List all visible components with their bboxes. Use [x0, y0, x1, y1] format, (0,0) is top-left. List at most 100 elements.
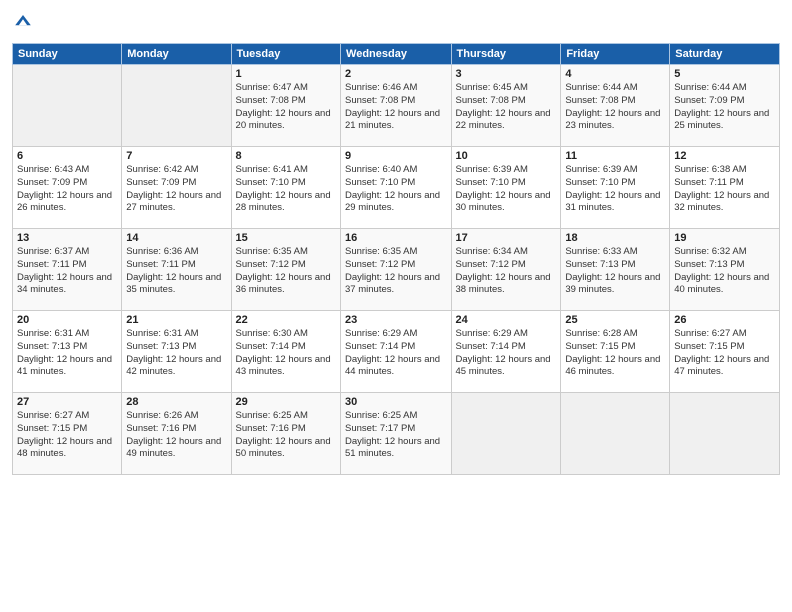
day-number: 12 [674, 150, 775, 162]
day-cell [670, 393, 780, 475]
day-number: 23 [345, 314, 447, 326]
weekday-header-row: SundayMondayTuesdayWednesdayThursdayFrid… [13, 44, 780, 65]
calendar-table: SundayMondayTuesdayWednesdayThursdayFrid… [12, 43, 780, 475]
day-info: Sunrise: 6:27 AM Sunset: 7:15 PM Dayligh… [17, 410, 117, 461]
day-number: 25 [565, 314, 665, 326]
day-info: Sunrise: 6:25 AM Sunset: 7:16 PM Dayligh… [236, 410, 336, 461]
day-cell: 14Sunrise: 6:36 AM Sunset: 7:11 PM Dayli… [122, 229, 231, 311]
day-cell: 9 Sunrise: 6:40 AM Sunset: 7:10 PM Daylig… [341, 147, 452, 229]
day-cell: 23Sunrise: 6:29 AM Sunset: 7:14 PM Dayli… [341, 311, 452, 393]
day-info: Sunrise: 6:32 AM Sunset: 7:13 PM Dayligh… [674, 246, 775, 297]
day-cell: 12 Sunrise: 6:38 AM Sunset: 7:11 PM Dayli… [670, 147, 780, 229]
day-info: Sunrise: 6:37 AM Sunset: 7:11 PM Dayligh… [17, 246, 117, 297]
week-row-5: 27 Sunrise: 6:27 AM Sunset: 7:15 PM Dayli… [13, 393, 780, 475]
day-info: Sunrise: 6:30 AM Sunset: 7:14 PM Dayligh… [236, 328, 336, 379]
day-info: Sunrise: 6:33 AM Sunset: 7:13 PM Dayligh… [565, 246, 665, 297]
week-row-1: 1 Sunrise: 6:47 AM Sunset: 7:08 PM Daylig… [13, 65, 780, 147]
calendar-page: SundayMondayTuesdayWednesdayThursdayFrid… [0, 0, 792, 612]
day-number: 8 [236, 150, 336, 162]
day-info: Sunrise: 6:25 AM Sunset: 7:17 PM Dayligh… [345, 410, 447, 461]
day-cell: 21 Sunrise: 6:31 AM Sunset: 7:13 PM Dayli… [122, 311, 231, 393]
day-cell: 3 Sunrise: 6:45 AM Sunset: 7:08 PM Daylig… [451, 65, 561, 147]
day-cell: 17 Sunrise: 6:34 AM Sunset: 7:12 PM Dayli… [451, 229, 561, 311]
day-cell: 1 Sunrise: 6:47 AM Sunset: 7:08 PM Daylig… [231, 65, 340, 147]
day-info: Sunrise: 6:29 AM Sunset: 7:14 PM Dayligh… [456, 328, 557, 379]
day-cell: 2 Sunrise: 6:46 AM Sunset: 7:08 PM Daylig… [341, 65, 452, 147]
day-number: 27 [17, 396, 117, 408]
day-cell: 27 Sunrise: 6:27 AM Sunset: 7:15 PM Dayli… [13, 393, 122, 475]
day-number: 13 [17, 232, 117, 244]
day-number: 15 [236, 232, 336, 244]
day-cell: 4Sunrise: 6:44 AM Sunset: 7:08 PM Daylig… [561, 65, 670, 147]
day-number: 26 [674, 314, 775, 326]
day-number: 18 [565, 232, 665, 244]
day-cell [13, 65, 122, 147]
day-info: Sunrise: 6:36 AM Sunset: 7:11 PM Dayligh… [126, 246, 226, 297]
day-info: Sunrise: 6:26 AM Sunset: 7:16 PM Dayligh… [126, 410, 226, 461]
day-info: Sunrise: 6:45 AM Sunset: 7:08 PM Dayligh… [456, 82, 557, 133]
day-number: 3 [456, 68, 557, 80]
day-cell: 18 Sunrise: 6:33 AM Sunset: 7:13 PM Dayli… [561, 229, 670, 311]
day-cell: 24 Sunrise: 6:29 AM Sunset: 7:14 PM Dayli… [451, 311, 561, 393]
day-cell: 8 Sunrise: 6:41 AM Sunset: 7:10 PM Daylig… [231, 147, 340, 229]
day-info: Sunrise: 6:31 AM Sunset: 7:13 PM Dayligh… [17, 328, 117, 379]
day-info: Sunrise: 6:42 AM Sunset: 7:09 PM Dayligh… [126, 164, 226, 215]
week-row-2: 6 Sunrise: 6:43 AM Sunset: 7:09 PM Daylig… [13, 147, 780, 229]
day-cell: 29 Sunrise: 6:25 AM Sunset: 7:16 PM Dayli… [231, 393, 340, 475]
day-cell: 13 Sunrise: 6:37 AM Sunset: 7:11 PM Dayli… [13, 229, 122, 311]
day-info: Sunrise: 6:41 AM Sunset: 7:10 PM Dayligh… [236, 164, 336, 215]
logo [12, 10, 32, 35]
day-cell: 15 Sunrise: 6:35 AM Sunset: 7:12 PM Dayli… [231, 229, 340, 311]
weekday-friday: Friday [561, 44, 670, 65]
day-info: Sunrise: 6:39 AM Sunset: 7:10 PM Dayligh… [565, 164, 665, 215]
day-cell: 28 Sunrise: 6:26 AM Sunset: 7:16 PM Dayli… [122, 393, 231, 475]
day-info: Sunrise: 6:35 AM Sunset: 7:12 PM Dayligh… [236, 246, 336, 297]
day-number: 10 [456, 150, 557, 162]
day-number: 9 [345, 150, 447, 162]
day-cell: 22 Sunrise: 6:30 AM Sunset: 7:14 PM Dayli… [231, 311, 340, 393]
weekday-monday: Monday [122, 44, 231, 65]
day-info: Sunrise: 6:43 AM Sunset: 7:09 PM Dayligh… [17, 164, 117, 215]
day-cell: 11 Sunrise: 6:39 AM Sunset: 7:10 PM Dayli… [561, 147, 670, 229]
day-number: 24 [456, 314, 557, 326]
day-number: 28 [126, 396, 226, 408]
day-info: Sunrise: 6:38 AM Sunset: 7:11 PM Dayligh… [674, 164, 775, 215]
day-number: 17 [456, 232, 557, 244]
day-cell: 10 Sunrise: 6:39 AM Sunset: 7:10 PM Dayli… [451, 147, 561, 229]
logo-icon [14, 12, 32, 30]
day-number: 16 [345, 232, 447, 244]
day-number: 22 [236, 314, 336, 326]
day-cell: 6 Sunrise: 6:43 AM Sunset: 7:09 PM Daylig… [13, 147, 122, 229]
day-info: Sunrise: 6:39 AM Sunset: 7:10 PM Dayligh… [456, 164, 557, 215]
day-cell [561, 393, 670, 475]
day-cell: 30Sunrise: 6:25 AM Sunset: 7:17 PM Dayli… [341, 393, 452, 475]
week-row-3: 13 Sunrise: 6:37 AM Sunset: 7:11 PM Dayli… [13, 229, 780, 311]
day-cell: 25 Sunrise: 6:28 AM Sunset: 7:15 PM Dayli… [561, 311, 670, 393]
day-number: 2 [345, 68, 447, 80]
day-number: 7 [126, 150, 226, 162]
day-cell: 16Sunrise: 6:35 AM Sunset: 7:12 PM Dayli… [341, 229, 452, 311]
day-number: 21 [126, 314, 226, 326]
header [12, 10, 780, 35]
day-number: 11 [565, 150, 665, 162]
day-number: 29 [236, 396, 336, 408]
day-cell: 20 Sunrise: 6:31 AM Sunset: 7:13 PM Dayli… [13, 311, 122, 393]
day-number: 6 [17, 150, 117, 162]
weekday-saturday: Saturday [670, 44, 780, 65]
day-info: Sunrise: 6:46 AM Sunset: 7:08 PM Dayligh… [345, 82, 447, 133]
day-info: Sunrise: 6:31 AM Sunset: 7:13 PM Dayligh… [126, 328, 226, 379]
day-cell: 26Sunrise: 6:27 AM Sunset: 7:15 PM Dayli… [670, 311, 780, 393]
day-number: 1 [236, 68, 336, 80]
weekday-tuesday: Tuesday [231, 44, 340, 65]
weekday-thursday: Thursday [451, 44, 561, 65]
day-number: 5 [674, 68, 775, 80]
weekday-wednesday: Wednesday [341, 44, 452, 65]
day-info: Sunrise: 6:34 AM Sunset: 7:12 PM Dayligh… [456, 246, 557, 297]
day-info: Sunrise: 6:44 AM Sunset: 7:09 PM Dayligh… [674, 82, 775, 133]
week-row-4: 20 Sunrise: 6:31 AM Sunset: 7:13 PM Dayli… [13, 311, 780, 393]
day-number: 4 [565, 68, 665, 80]
day-info: Sunrise: 6:47 AM Sunset: 7:08 PM Dayligh… [236, 82, 336, 133]
day-info: Sunrise: 6:40 AM Sunset: 7:10 PM Dayligh… [345, 164, 447, 215]
day-number: 20 [17, 314, 117, 326]
day-info: Sunrise: 6:28 AM Sunset: 7:15 PM Dayligh… [565, 328, 665, 379]
